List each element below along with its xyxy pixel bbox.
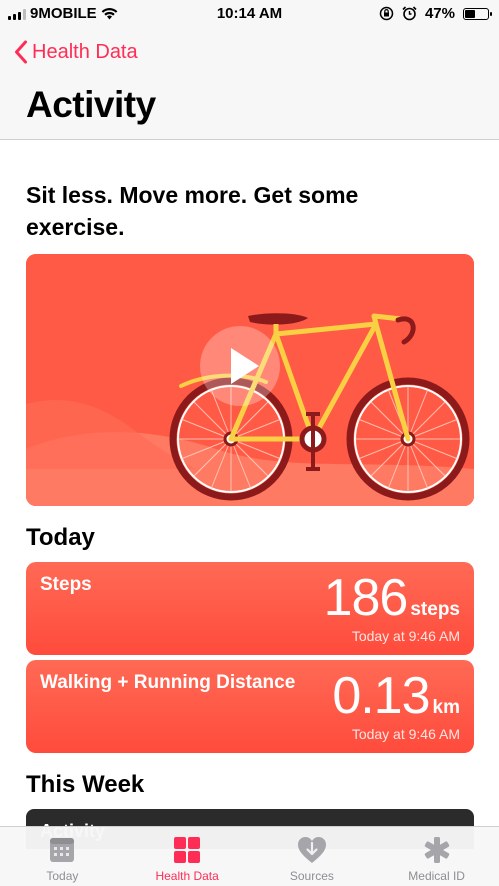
tab-health-data[interactable]: Health Data bbox=[125, 827, 250, 886]
metric-label: Walking + Running Distance bbox=[40, 672, 296, 693]
heart-download-icon bbox=[297, 837, 326, 863]
metric-value: 186 steps bbox=[324, 568, 460, 628]
activity-headline: Sit less. Move more. Get some exercise. bbox=[26, 182, 359, 240]
metric-number: 186 bbox=[323, 569, 409, 627]
today-section-title: Today bbox=[26, 524, 95, 551]
walking-running-distance-card[interactable]: Walking + Running Distance 0.13 km Today… bbox=[26, 660, 474, 753]
metric-value: 0.13 km bbox=[332, 666, 460, 726]
bicycle-illustration bbox=[26, 254, 474, 506]
back-button-label: Health Data bbox=[32, 40, 138, 63]
tab-label: Sources bbox=[289, 869, 334, 883]
calendar-icon bbox=[50, 838, 75, 862]
tab-medical-id[interactable]: Medical ID bbox=[374, 827, 499, 886]
orientation-lock-icon bbox=[379, 6, 394, 21]
steps-card[interactable]: Steps 186 steps Today at 9:46 AM bbox=[26, 562, 474, 655]
alarm-icon bbox=[402, 6, 417, 21]
status-right: 47% bbox=[379, 5, 492, 22]
battery-percent: 47% bbox=[424, 5, 455, 22]
tab-sources[interactable]: Sources bbox=[250, 827, 375, 886]
metric-unit: steps bbox=[410, 599, 460, 620]
tab-label: Health Data bbox=[155, 869, 219, 883]
navigation-header: Health Data Activity bbox=[0, 28, 499, 140]
activity-video-card[interactable] bbox=[26, 254, 474, 506]
tab-label: Medical ID bbox=[408, 869, 465, 883]
metric-timestamp: Today at 9:46 AM bbox=[351, 628, 460, 644]
metric-timestamp: Today at 9:46 AM bbox=[351, 726, 460, 742]
metric-unit: km bbox=[432, 697, 460, 718]
status-bar: 9MOBILE 10:14 AM 47% bbox=[0, 0, 499, 28]
battery-level bbox=[465, 9, 476, 18]
metric-label: Steps bbox=[40, 574, 92, 595]
tab-bar: Today Health Data Sources Medical ID bbox=[0, 826, 499, 886]
battery-icon bbox=[463, 7, 492, 20]
asterisk-icon bbox=[424, 837, 449, 863]
tab-label: Today bbox=[46, 869, 79, 883]
back-button[interactable]: Health Data bbox=[14, 40, 138, 64]
grid-icon bbox=[174, 837, 201, 863]
tab-today[interactable]: Today bbox=[0, 827, 125, 886]
page-title: Activity bbox=[26, 84, 156, 125]
this-week-section-title: This Week bbox=[26, 771, 145, 798]
metric-number: 0.13 bbox=[332, 667, 430, 725]
play-button[interactable] bbox=[200, 326, 280, 406]
chevron-left-icon bbox=[15, 40, 27, 64]
